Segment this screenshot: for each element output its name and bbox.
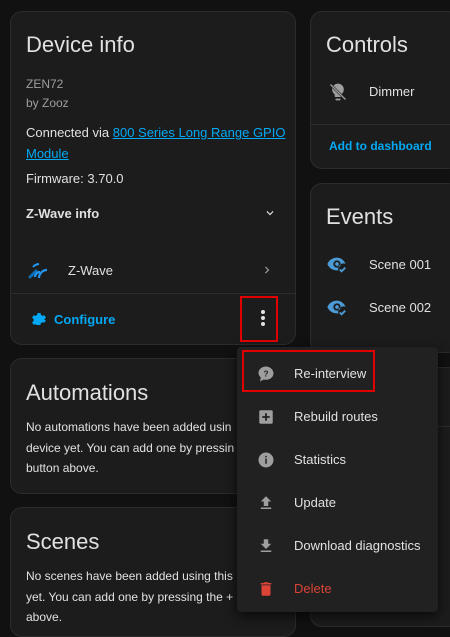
- add-to-dashboard-button[interactable]: Add to dashboard: [329, 139, 432, 153]
- lightbulb-off-icon: [327, 81, 349, 103]
- menu-item-update[interactable]: Update: [237, 481, 438, 524]
- zwave-icon: [27, 259, 51, 283]
- overflow-button-highlight: [240, 296, 278, 342]
- menu-item-rebuild-routes[interactable]: Rebuild routes: [237, 395, 438, 438]
- event-label-scene-001: Scene 001: [369, 257, 432, 272]
- configure-button[interactable]: Configure: [23, 305, 123, 333]
- menu-item-delete[interactable]: Delete: [237, 567, 438, 610]
- card-actions-divider: [11, 293, 295, 294]
- connected-via-prefix: Connected via: [26, 125, 113, 140]
- menu-item-label: Statistics: [294, 452, 347, 467]
- events-title: Events: [326, 204, 394, 229]
- eye-check-icon: [326, 296, 348, 318]
- device-info-card: Device info ZEN72 by Zooz Connected via …: [10, 11, 296, 345]
- scenes-title: Scenes: [26, 529, 100, 554]
- menu-item-label: Update: [294, 495, 336, 510]
- menu-item-label: Rebuild routes: [294, 409, 378, 424]
- automations-empty-line2: device yet. You can add one by pressin: [26, 441, 235, 455]
- upload-icon: [257, 494, 275, 512]
- automations-empty-line1: No automations have been added usin: [26, 420, 232, 434]
- connected-via-text: Connected via 800 Series Long Range GPIO…: [26, 122, 291, 164]
- zwave-info-label: Z-Wave info: [26, 206, 100, 221]
- events-card: Events Scene 001 Scene 002: [310, 183, 450, 353]
- menu-item-statistics[interactable]: Statistics: [237, 438, 438, 481]
- chevron-right-icon: [259, 262, 275, 278]
- gear-icon: [29, 309, 49, 329]
- firmware-version: Firmware: 3.70.0: [26, 171, 124, 186]
- automations-title: Automations: [26, 380, 149, 405]
- automations-empty-line3: button above.: [26, 461, 99, 475]
- scenes-empty-line2: yet. You can add one by pressing the +: [26, 590, 234, 604]
- plus-box-icon: [257, 408, 275, 426]
- device-info-title: Device info: [26, 32, 135, 57]
- trash-icon: [257, 580, 275, 598]
- zwave-info-expander[interactable]: Z-Wave info: [11, 198, 295, 238]
- menu-item-download-diagnostics[interactable]: Download diagnostics: [237, 524, 438, 567]
- device-manufacturer: by Zooz: [26, 96, 69, 110]
- scenes-empty-line1: No scenes have been added using this: [26, 569, 233, 583]
- menu-item-label: Delete: [294, 581, 332, 596]
- eye-check-icon: [326, 253, 348, 275]
- connected-device-link-cont[interactable]: Module: [26, 146, 69, 161]
- controls-card: Controls Dimmer Add to dashboard: [310, 11, 450, 169]
- event-label-scene-002: Scene 002: [369, 300, 432, 315]
- info-circle-icon: [257, 451, 275, 469]
- dimmer-label: Dimmer: [369, 84, 415, 99]
- event-row-scene-001[interactable]: Scene 001: [311, 250, 450, 278]
- zwave-integration-label: Z-Wave: [68, 263, 114, 278]
- event-row-scene-002[interactable]: Scene 002: [311, 293, 450, 321]
- menu-item-label: Download diagnostics: [294, 538, 421, 553]
- configure-label: Configure: [54, 312, 116, 327]
- device-model: ZEN72: [26, 77, 64, 91]
- re-interview-highlight: [242, 350, 375, 392]
- chevron-down-icon: [261, 204, 279, 222]
- connected-device-link[interactable]: 800 Series Long Range GPIO: [113, 125, 286, 140]
- download-icon: [257, 537, 275, 555]
- controls-divider: [311, 124, 450, 125]
- dimmer-entity-row[interactable]: Dimmer: [311, 76, 450, 108]
- controls-title: Controls: [326, 32, 408, 57]
- zwave-integration-row[interactable]: Z-Wave: [11, 250, 295, 292]
